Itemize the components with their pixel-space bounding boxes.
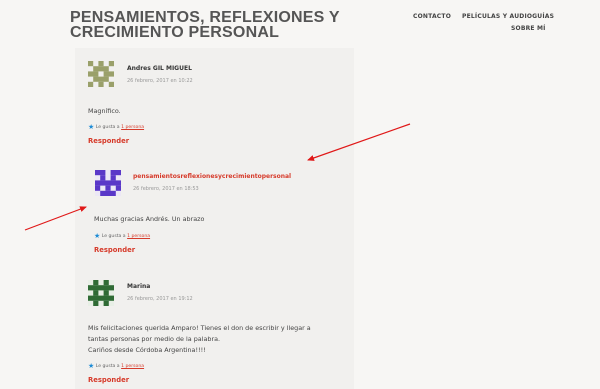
arrow-pointing-author — [307, 123, 411, 161]
annotation-arrows — [24, 123, 411, 231]
arrow-pointing-avatar — [24, 206, 87, 231]
